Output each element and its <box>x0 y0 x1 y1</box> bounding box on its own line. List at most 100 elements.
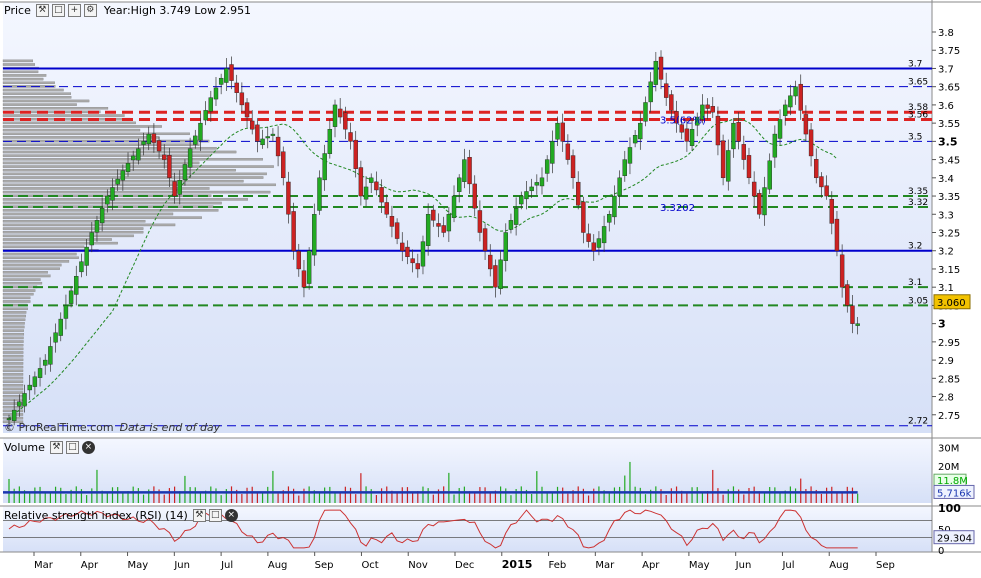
add-icon[interactable]: + <box>67 4 81 17</box>
wrench-icon[interactable]: ⚒ <box>35 4 49 17</box>
price-y-tick-label: 3.15 <box>938 265 960 276</box>
candle-body <box>632 135 638 144</box>
volume-profile-bar <box>2 125 162 128</box>
candle-body <box>834 218 840 251</box>
candle-body <box>363 186 369 200</box>
candle-body <box>260 138 265 146</box>
wrench-icon[interactable]: ⚒ <box>49 441 63 454</box>
volume-profile-bar <box>2 391 24 394</box>
volume-profile-bar <box>2 325 25 329</box>
price-y-tick-label: 3.75 <box>938 46 960 57</box>
volume-profile-bar <box>2 70 39 74</box>
volume-profile-bar <box>2 223 176 227</box>
volume-profile-bar <box>2 209 219 212</box>
volume-profile-bar <box>2 405 24 409</box>
window-icon[interactable]: □ <box>51 4 65 17</box>
volume-profile-bar <box>2 311 27 314</box>
candle-body <box>550 141 555 164</box>
candle-body <box>193 135 198 145</box>
price-annotation: 3.3202 <box>660 203 695 214</box>
candle-body <box>11 409 17 421</box>
price-y-tick-label: 3.45 <box>938 156 960 167</box>
volume-profile-bar <box>2 110 101 114</box>
candle-body <box>772 133 778 158</box>
candle-body <box>839 254 845 288</box>
candle-body <box>663 83 669 98</box>
price-level-label: 3.32 <box>908 198 928 208</box>
candle-body <box>286 181 291 215</box>
volume-profile-bar <box>2 373 24 376</box>
price-y-tick-label: 3.5 <box>938 135 958 148</box>
candle-body <box>353 139 358 169</box>
candle-body <box>32 376 38 387</box>
close-icon[interactable]: × <box>224 509 238 522</box>
candle-body <box>586 233 591 242</box>
volume-profile-bar <box>2 212 174 216</box>
candle-body <box>270 133 276 136</box>
candle-body <box>669 94 674 111</box>
candle-body <box>819 176 824 188</box>
candle-body <box>425 214 431 246</box>
candle-body <box>829 199 834 224</box>
x-tick-label: Jun <box>735 560 752 571</box>
candle-body <box>581 201 586 233</box>
rsi-y-tick-label: 100 <box>938 502 961 515</box>
candle-body <box>250 120 255 130</box>
window-icon[interactable]: □ <box>208 509 222 522</box>
x-tick-label: Jul <box>220 560 233 571</box>
candle-body <box>488 254 493 270</box>
candle-body <box>105 195 110 205</box>
volume-profile-bar <box>2 88 64 92</box>
candle-body <box>68 290 74 304</box>
volume-profile-bar <box>2 132 190 136</box>
rsi-panel-title: Relative strength index (RSI) (14) <box>4 509 188 522</box>
candle-body <box>410 258 415 264</box>
close-icon[interactable]: × <box>81 441 95 454</box>
volume-profile-bar <box>2 220 146 223</box>
settings-icon[interactable]: ⚙ <box>83 4 97 17</box>
volume-profile-bar <box>2 121 136 125</box>
candle-body <box>798 83 803 111</box>
x-tick-label: Mar <box>34 560 54 571</box>
candle-body <box>441 225 446 233</box>
candle-body <box>493 265 498 288</box>
volume-profile-bar <box>2 143 200 146</box>
volume-profile-bar <box>2 190 271 194</box>
candle-body <box>348 132 353 142</box>
candle-body <box>125 163 131 172</box>
price-y-tick-label: 3 <box>938 318 946 331</box>
candle-body <box>229 64 234 81</box>
last-price-label: 3.060 <box>937 298 966 309</box>
candle-body <box>653 60 659 85</box>
candle-body <box>498 259 503 289</box>
candle-body <box>379 187 384 203</box>
price-y-tick-label: 2.75 <box>938 411 960 422</box>
volume-profile-bar <box>2 347 24 351</box>
price-annotation: 3.5(62%) <box>660 115 706 126</box>
candle-body <box>415 263 421 270</box>
volume-panel-header: Volume ⚒ □ × <box>4 441 95 454</box>
candle-body <box>394 222 400 239</box>
x-tick-label: Nov <box>408 560 428 571</box>
volume-profile-bar <box>2 165 274 168</box>
window-icon[interactable]: □ <box>65 441 79 454</box>
candle-body <box>156 140 162 152</box>
candle-body <box>710 106 715 113</box>
candle-body <box>638 122 643 140</box>
candle-body <box>22 393 27 407</box>
candle-body <box>187 148 193 168</box>
candle-body <box>198 122 203 141</box>
candle-body <box>777 119 783 139</box>
volume-profile-bar <box>2 260 70 263</box>
candle-body <box>291 211 296 251</box>
candle-body <box>301 270 307 288</box>
price-level-label: 3.7 <box>908 59 922 69</box>
volume-profile-bar <box>2 74 47 77</box>
volume-profile-bar <box>2 238 112 241</box>
volume-profile-bar <box>2 150 237 154</box>
price-level-label: 2.72 <box>908 417 928 427</box>
price-y-tick-label: 3.7 <box>938 64 954 75</box>
candle-body <box>389 216 395 227</box>
wrench-icon[interactable]: ⚒ <box>192 509 206 522</box>
x-tick-label: Oct <box>361 560 378 571</box>
